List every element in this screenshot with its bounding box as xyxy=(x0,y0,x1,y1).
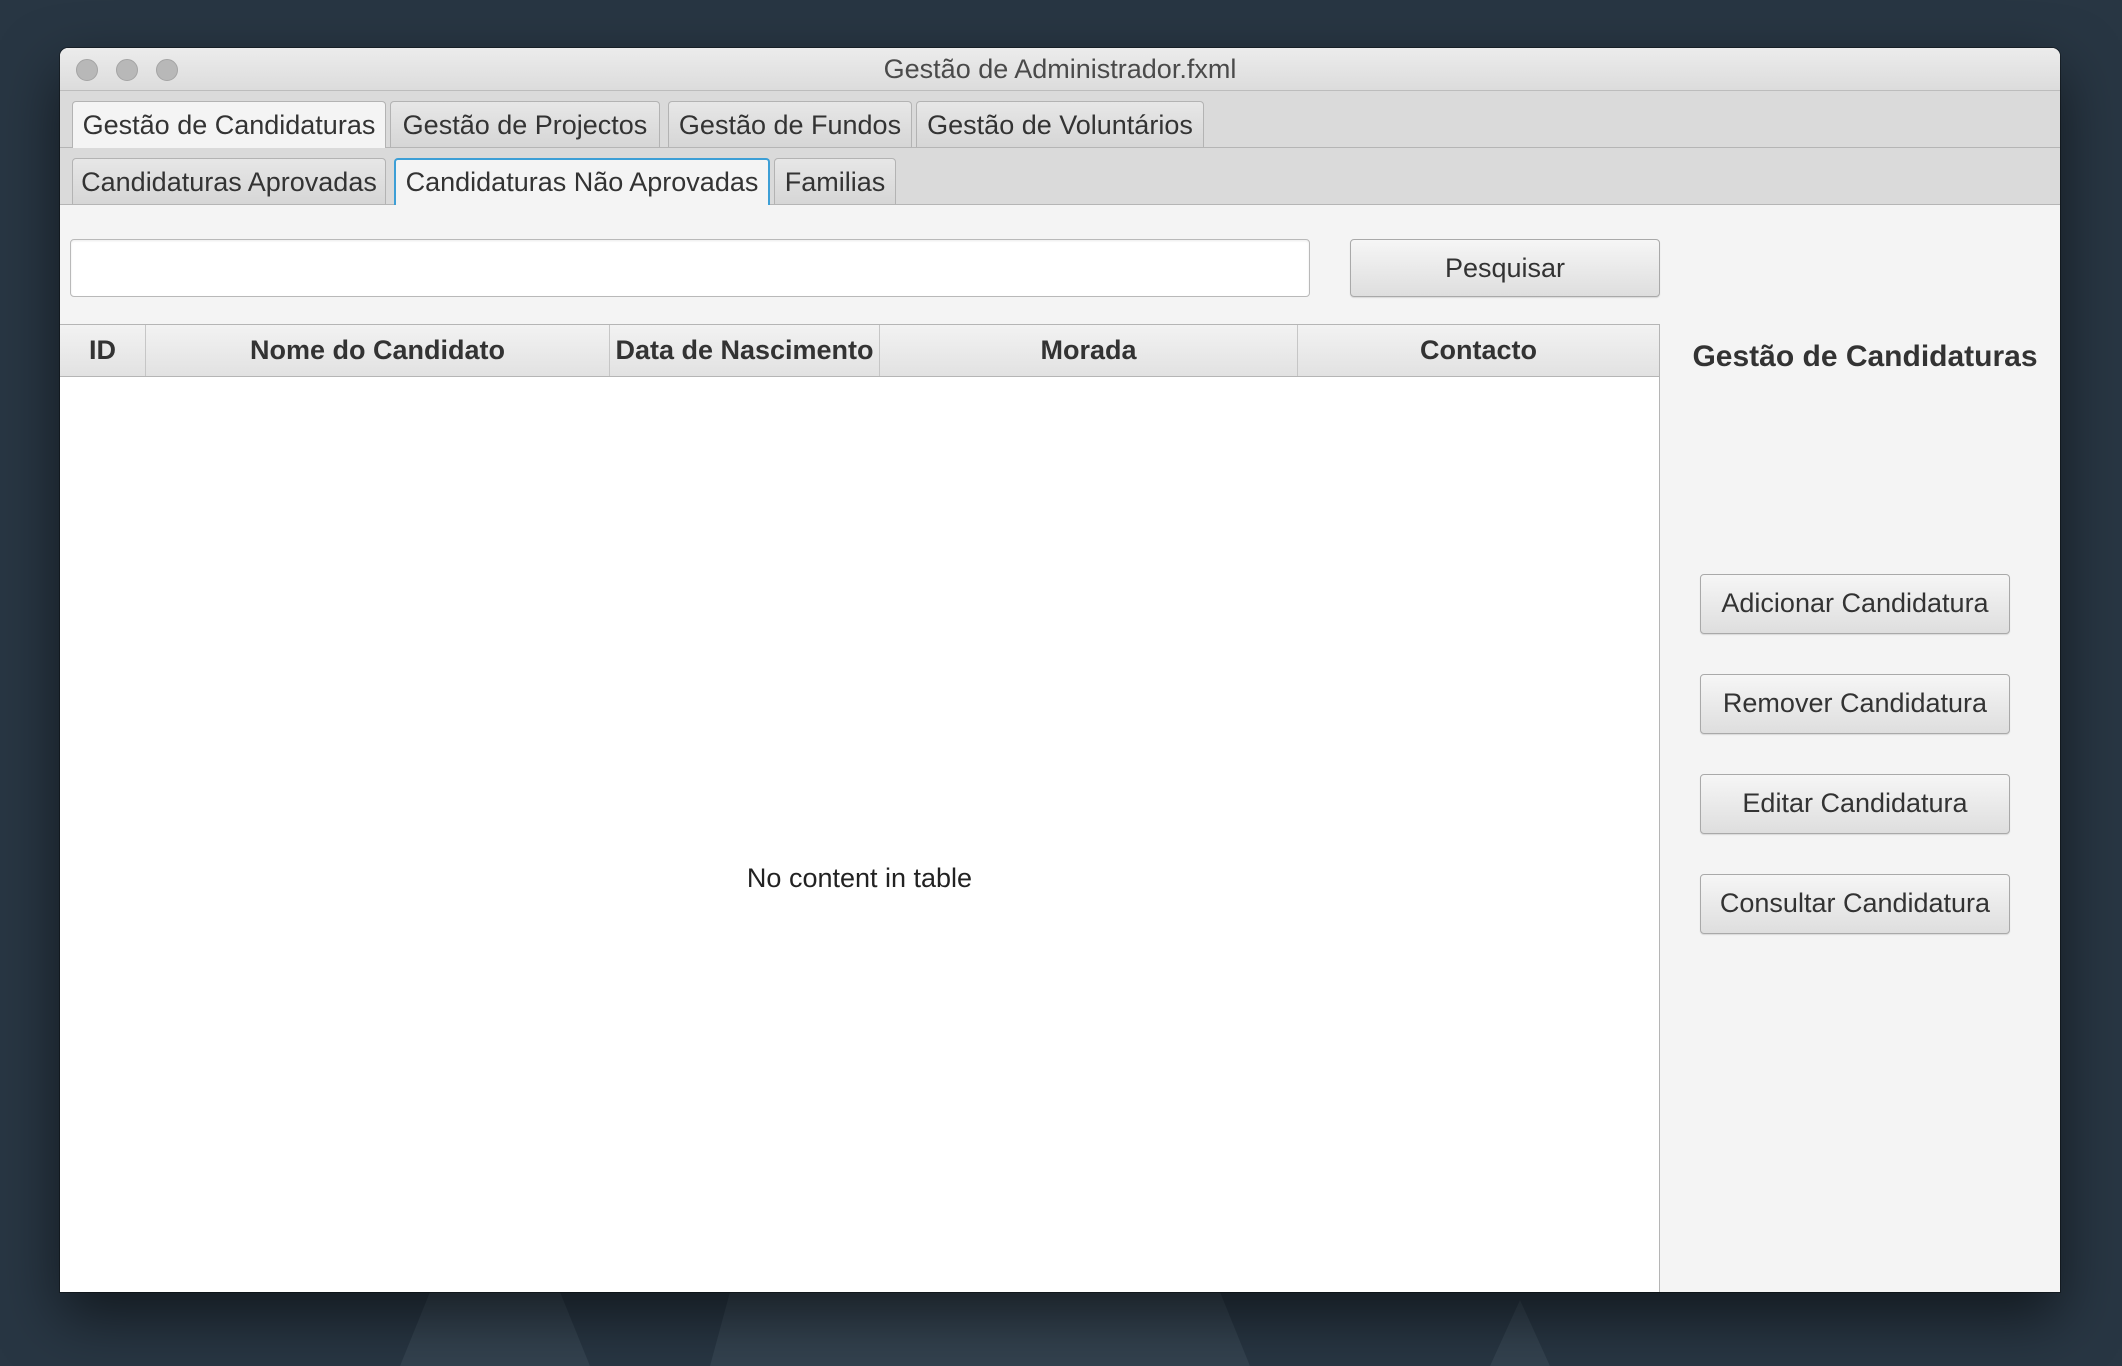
title-bar: Gestão de Administrador.fxml xyxy=(60,48,2060,91)
table-header: ID Nome do Candidato Data de Nascimento … xyxy=(60,325,1659,377)
sub-tab-bar: Candidaturas Aprovadas Candidaturas Não … xyxy=(60,148,2060,205)
add-candidatura-button[interactable]: Adicionar Candidatura xyxy=(1700,574,2010,634)
column-header-id[interactable]: ID xyxy=(60,325,146,376)
search-button[interactable]: Pesquisar xyxy=(1350,239,1660,297)
column-header-morada[interactable]: Morada xyxy=(880,325,1298,376)
side-panel-title: Gestão de Candidaturas xyxy=(1692,340,2038,373)
tab-gestao-de-projectos[interactable]: Gestão de Projectos xyxy=(390,101,660,147)
main-tab-bar: Gestão de Candidaturas Gestão de Project… xyxy=(60,91,2060,148)
edit-candidatura-button[interactable]: Editar Candidatura xyxy=(1700,774,2010,834)
column-header-nome-do-candidato[interactable]: Nome do Candidato xyxy=(146,325,610,376)
tab-candidaturas-aprovadas[interactable]: Candidaturas Aprovadas xyxy=(72,158,386,204)
tab-candidaturas-nao-aprovadas[interactable]: Candidaturas Não Aprovadas xyxy=(394,158,770,205)
desktop-background-shape xyxy=(710,1292,1250,1366)
column-header-contacto[interactable]: Contacto xyxy=(1298,325,1659,376)
empty-table-message: No content in table xyxy=(746,863,973,893)
tab-familias[interactable]: Familias xyxy=(774,158,896,204)
search-input[interactable] xyxy=(70,239,1310,297)
window-title: Gestão de Administrador.fxml xyxy=(883,54,1237,84)
candidates-table[interactable]: ID Nome do Candidato Data de Nascimento … xyxy=(60,324,1660,1292)
desktop-background-shape xyxy=(400,1292,590,1366)
view-candidatura-button[interactable]: Consultar Candidatura xyxy=(1700,874,2010,934)
tab-gestao-de-fundos[interactable]: Gestão de Fundos xyxy=(668,101,912,147)
tab-gestao-de-candidaturas[interactable]: Gestão de Candidaturas xyxy=(72,101,386,148)
tab-gestao-de-voluntarios[interactable]: Gestão de Voluntários xyxy=(916,101,1204,147)
column-header-data-de-nascimento[interactable]: Data de Nascimento xyxy=(610,325,880,376)
app-window: Gestão de Administrador.fxml Gestão de C… xyxy=(60,48,2060,1292)
remove-candidatura-button[interactable]: Remover Candidatura xyxy=(1700,674,2010,734)
desktop-background-shape xyxy=(1490,1300,1550,1366)
